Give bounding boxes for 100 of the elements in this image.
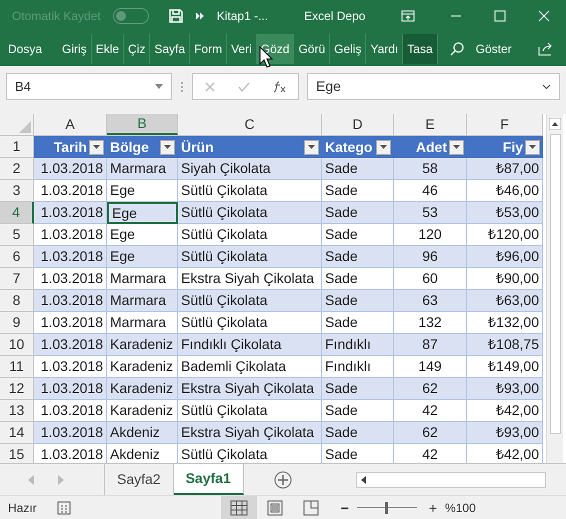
filter-button[interactable] [89,140,104,154]
ribbon-tab[interactable]: Görü [294,34,330,64]
table-cell[interactable]: ₺42,00 [467,400,543,422]
table-cell[interactable]: Ege [107,224,178,246]
row-header[interactable]: 1 [0,136,34,158]
table-cell[interactable]: 63 [394,290,467,312]
table-cell[interactable]: 1.03.2018 [34,224,107,246]
table-cell[interactable]: 58 [394,158,467,180]
table-cell[interactable]: 60 [394,268,467,290]
table-cell[interactable]: Akdeniz [107,422,178,444]
table-cell[interactable]: ₺63,00 [467,290,543,312]
table-cell[interactable]: 1.03.2018 [34,356,107,378]
table-cell[interactable]: Sade [322,180,394,202]
row-header[interactable]: 2 [0,158,34,180]
table-cell[interactable]: Marmara [107,312,178,334]
row-header[interactable]: 6 [0,246,34,268]
formula-field[interactable]: Ege [307,73,560,100]
table-cell[interactable]: ₺108,75 [467,334,543,356]
row-header[interactable]: 14 [0,422,34,444]
row-header[interactable]: 10 [0,334,34,356]
table-cell[interactable]: 1.03.2018 [34,334,107,356]
scroll-up-icon[interactable] [549,118,561,130]
ribbon-tab[interactable]: Tasa [403,34,438,64]
check-icon[interactable] [238,82,250,92]
table-cell[interactable]: 96 [394,246,467,268]
ribbon-display-icon[interactable] [401,10,416,22]
table-cell[interactable]: 1.03.2018 [34,180,107,202]
column-header[interactable]: E [394,114,467,135]
table-cell[interactable]: Sütlü Çikolata [178,400,322,422]
table-cell[interactable]: 62 [394,422,467,444]
zoom-thumb[interactable] [385,502,388,514]
table-cell[interactable]: 132 [394,312,467,334]
table-cell[interactable]: Sade [322,202,394,224]
table-cell[interactable]: 120 [394,224,467,246]
table-cell[interactable]: 1.03.2018 [34,400,107,422]
table-cell[interactable]: Marmara [107,158,178,180]
table-cell[interactable]: 1.03.2018 [34,246,107,268]
table-cell[interactable]: Sütlü Çikolata [178,180,322,202]
table-cell[interactable]: Sade [322,158,394,180]
row-header[interactable]: 11 [0,356,34,378]
save-icon[interactable] [168,9,183,23]
autosave-toggle[interactable] [112,8,149,24]
table-cell[interactable]: Fındıklı [322,356,394,378]
table-cell[interactable]: 149 [394,356,467,378]
table-cell[interactable]: Fındıklı [322,334,394,356]
table-cell[interactable]: 1.03.2018 [34,378,107,400]
table-cell[interactable]: Sade [322,378,394,400]
table-cell[interactable]: 46 [394,180,467,202]
filter-button[interactable] [304,140,319,154]
table-cell[interactable]: Marmara [107,268,178,290]
table-cell[interactable]: Sade [322,312,394,334]
horizontal-scrollbar[interactable] [356,472,546,488]
table-cell[interactable]: 1.03.2018 [34,202,107,224]
share-icon[interactable] [538,42,554,56]
tell-me-label[interactable]: Göster [476,40,512,58]
table-cell[interactable]: Sütlü Çikolata [178,224,322,246]
table-cell[interactable]: ₺96,00 [467,246,543,268]
table-cell[interactable]: ₺87,00 [467,158,543,180]
ribbon-tab[interactable]: Çiz [124,34,150,64]
macro-icon[interactable] [56,500,71,514]
table-cell[interactable]: 87 [394,334,467,356]
zoom-out-button[interactable]: − [340,500,349,514]
name-box[interactable]: B4 [6,73,172,100]
table-cell[interactable]: Sade [322,224,394,246]
table-cell[interactable]: Ege [107,202,178,224]
table-cell[interactable]: 1.03.2018 [34,312,107,334]
table-cell[interactable]: Marmara [107,290,178,312]
table-cell[interactable]: Sade [322,246,394,268]
table-cell[interactable]: Sütlü Çikolata [178,202,322,224]
column-header[interactable]: C [178,114,322,135]
sheet-tab[interactable]: Sayfa1 [174,464,244,495]
table-cell[interactable]: Sütlü Çikolata [178,312,322,334]
table-cell[interactable]: Sade [322,422,394,444]
row-header[interactable]: 9 [0,312,34,334]
table-cell[interactable]: ₺120,00 [467,224,543,246]
ribbon-tab[interactable]: Form [190,34,228,64]
scroll-left-icon[interactable] [361,476,366,484]
table-cell[interactable]: 42 [394,400,467,422]
table-cell[interactable]: Siyah Çikolata [178,158,322,180]
filter-button[interactable] [376,140,391,154]
row-header[interactable]: 12 [0,378,34,400]
view-button[interactable] [220,496,257,519]
table-cell[interactable]: Sade [322,290,394,312]
table-cell[interactable]: Ekstra Siyah Çikolata [178,422,322,444]
table-cell[interactable]: Karadeniz [107,378,178,400]
table-cell[interactable]: Sütlü Çikolata [178,246,322,268]
table-cell[interactable]: Ekstra Siyah Çikolata [178,268,322,290]
table-cell[interactable]: ₺90,00 [467,268,543,290]
row-header[interactable]: 5 [0,224,34,246]
table-cell[interactable]: Sade [322,400,394,422]
row-header[interactable]: 4 [0,202,34,224]
table-cell[interactable]: Ege [107,180,178,202]
table-cell[interactable]: Sütlü Çikolata [178,290,322,312]
table-cell[interactable]: 62 [394,378,467,400]
table-cell[interactable]: ₺46,00 [467,180,543,202]
filter-button[interactable] [160,140,175,154]
table-cell[interactable]: 1.03.2018 [34,158,107,180]
add-sheet-icon[interactable] [274,470,292,488]
ribbon-tab[interactable]: Ekle [92,34,124,64]
more-icon[interactable] [194,12,205,20]
